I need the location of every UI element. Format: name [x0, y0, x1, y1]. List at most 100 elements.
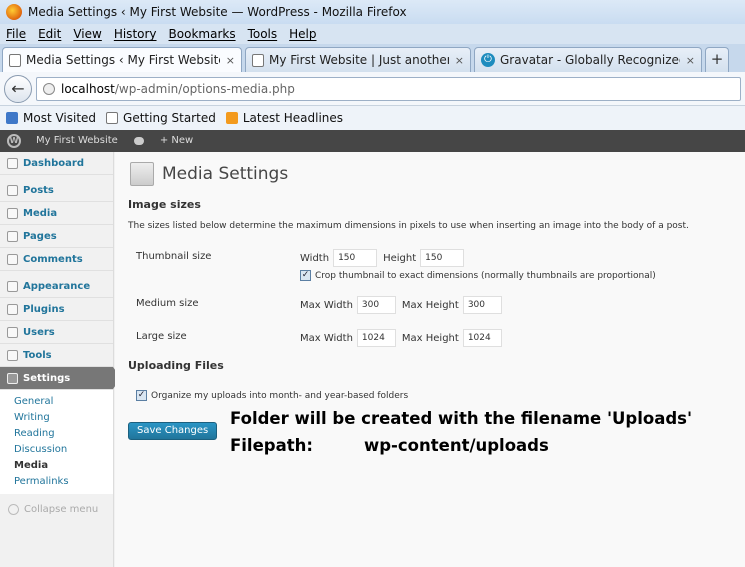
organize-uploads-checkbox[interactable]: ✓	[136, 390, 147, 401]
thumbnail-height-input[interactable]: 150	[420, 249, 465, 267]
dashboard-icon	[7, 157, 18, 169]
back-button[interactable]: ←	[4, 74, 32, 103]
annotation-line-1: Folder will be created with the filename…	[230, 409, 693, 428]
pages-icon	[7, 230, 18, 242]
submenu-writing[interactable]: Writing	[14, 410, 113, 426]
tab-label: Gravatar - Globally Recognized Avatars	[500, 53, 680, 67]
tab-gravatar[interactable]: ⏻ Gravatar - Globally Recognized Avatars…	[474, 47, 702, 72]
sidebar-item-label: Plugins	[23, 303, 65, 315]
settings-icon	[7, 372, 18, 384]
plugins-icon	[7, 303, 18, 315]
organize-uploads-row: ✓ Organize my uploads into month- and ye…	[136, 390, 408, 401]
tab-media-settings[interactable]: Media Settings ‹ My First Website — ... …	[2, 47, 242, 72]
sidebar-item-plugins[interactable]: Plugins	[0, 298, 113, 321]
menu-edit[interactable]: Edit	[38, 27, 61, 41]
submenu-reading[interactable]: Reading	[14, 426, 113, 442]
submenu-discussion[interactable]: Discussion	[14, 442, 113, 458]
admin-bar-new[interactable]: + New	[152, 130, 201, 152]
sidebar-item-dashboard[interactable]: Dashboard	[0, 152, 113, 175]
sidebar-item-comments[interactable]: Comments	[0, 248, 113, 271]
sidebar-item-label: Settings	[23, 372, 71, 384]
crop-thumbnail-label: Crop thumbnail to exact dimensions (norm…	[315, 270, 656, 281]
sidebar-item-tools[interactable]: Tools	[0, 344, 113, 367]
menu-bar: File Edit View History Bookmarks Tools H…	[0, 24, 745, 44]
comments-bubble-icon[interactable]	[133, 137, 144, 145]
max-height-label: Max Height	[401, 299, 459, 311]
menu-bookmarks[interactable]: Bookmarks	[169, 27, 236, 41]
medium-max-height-input[interactable]: 300	[462, 296, 502, 314]
collapse-menu-button[interactable]: Collapse menu	[0, 504, 113, 515]
page-icon	[252, 53, 264, 67]
image-sizes-heading: Image sizes	[128, 198, 201, 211]
wordpress-logo-icon[interactable]: W	[0, 130, 28, 152]
thumbnail-width-input[interactable]: 150	[333, 249, 378, 267]
tools-icon	[7, 349, 18, 361]
menu-history[interactable]: History	[114, 27, 157, 41]
url-path: /wp-admin/options-media.php	[114, 81, 295, 96]
main-content: Media Settings Image sizes The sizes lis…	[115, 152, 745, 567]
sidebar-item-label: Tools	[23, 349, 52, 361]
tab-bar: Media Settings ‹ My First Website — ... …	[0, 44, 745, 72]
url-field[interactable]: localhost/wp-admin/options-media.php	[36, 76, 741, 101]
admin-bar-site-name[interactable]: My First Website	[28, 130, 126, 152]
admin-sidebar: Dashboard Posts Media Pages Comments App…	[0, 152, 121, 567]
medium-max-width-input[interactable]: 300	[356, 296, 396, 314]
bookmark-latest-headlines[interactable]: Latest Headlines	[225, 111, 344, 125]
large-max-width-input[interactable]: 1024	[356, 329, 396, 347]
page-icon	[9, 53, 21, 67]
submenu-permalinks[interactable]: Permalinks	[14, 474, 113, 490]
menu-tools[interactable]: Tools	[248, 27, 278, 41]
submenu-general[interactable]: General	[14, 394, 113, 410]
sidebar-item-label: Users	[23, 326, 55, 338]
sidebar-item-appearance[interactable]: Appearance	[0, 275, 113, 298]
tab-close-icon[interactable]: ×	[226, 54, 235, 67]
thumbnail-size-label: Thumbnail size	[136, 251, 212, 262]
rss-icon	[225, 112, 238, 124]
menu-file[interactable]: File	[6, 27, 26, 41]
crop-thumbnail-checkbox[interactable]: ✓	[300, 270, 311, 281]
bookmark-most-visited[interactable]: Most Visited	[6, 111, 96, 125]
save-changes-button[interactable]: Save Changes	[128, 422, 218, 440]
window-titlebar: Media Settings ‹ My First Website — Word…	[0, 0, 745, 24]
firefox-logo-icon	[6, 4, 22, 20]
organize-uploads-label: Organize my uploads into month- and year…	[151, 390, 409, 401]
medium-size-fields: Max Width 300 Max Height 300	[300, 296, 508, 314]
sidebar-item-settings[interactable]: Settings	[0, 367, 121, 390]
tab-close-icon[interactable]: ×	[686, 54, 695, 67]
tab-close-icon[interactable]: ×	[455, 54, 464, 67]
max-width-label: Max Width	[300, 299, 353, 311]
submenu-media[interactable]: Media	[14, 458, 113, 474]
url-host: localhost	[61, 81, 115, 96]
page-title: Media Settings	[162, 164, 289, 184]
width-label: Width	[300, 252, 330, 264]
posts-icon	[7, 184, 18, 196]
bookmark-label: Latest Headlines	[242, 111, 344, 125]
users-icon	[7, 326, 18, 338]
sidebar-item-label: Posts	[23, 184, 54, 196]
filepath-value: wp-content/uploads	[364, 436, 549, 455]
page-icon	[106, 112, 119, 124]
sidebar-item-label: Appearance	[23, 280, 91, 292]
sidebar-item-label: Pages	[23, 230, 57, 242]
tab-label: My First Website | Just another Word...	[269, 53, 449, 67]
menu-help[interactable]: Help	[289, 27, 316, 41]
appearance-icon	[7, 280, 18, 292]
bookmarks-bar: Most Visited Getting Started Latest Head…	[0, 106, 745, 130]
sidebar-item-label: Media	[23, 207, 58, 219]
new-tab-button[interactable]: +	[705, 47, 729, 72]
sidebar-item-pages[interactable]: Pages	[0, 225, 113, 248]
sidebar-item-label: Dashboard	[23, 157, 84, 169]
bookmark-label: Most Visited	[23, 111, 97, 125]
large-size-label: Large size	[136, 331, 187, 342]
bookmark-getting-started[interactable]: Getting Started	[106, 111, 216, 125]
sidebar-item-users[interactable]: Users	[0, 321, 113, 344]
comments-icon	[7, 253, 18, 265]
large-max-height-input[interactable]: 1024	[462, 329, 502, 347]
most-visited-icon	[6, 112, 18, 124]
menu-view[interactable]: View	[73, 27, 101, 41]
large-size-fields: Max Width 1024 Max Height 1024	[300, 329, 508, 347]
sidebar-item-posts[interactable]: Posts	[0, 179, 113, 202]
sidebar-item-media[interactable]: Media	[0, 202, 113, 225]
max-height-label: Max Height	[401, 332, 459, 344]
tab-my-first-website[interactable]: My First Website | Just another Word... …	[245, 47, 471, 72]
